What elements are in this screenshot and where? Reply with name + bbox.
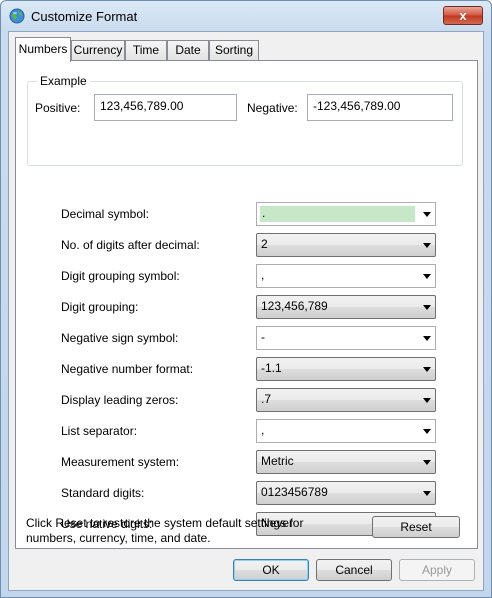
leading-zeros-select[interactable]: .7 (256, 388, 436, 412)
measurement-system-value: Metric (261, 454, 294, 468)
standard-digits-label: Standard digits: (61, 486, 145, 500)
chevron-down-icon[interactable] (423, 305, 431, 310)
decimal-symbol-value[interactable]: . (260, 206, 415, 222)
tab-numbers[interactable]: Numbers (15, 37, 71, 62)
decimal-symbol-label: Decimal symbol: (61, 207, 150, 221)
positive-example-field[interactable]: 123,456,789.00 (94, 94, 237, 121)
chevron-down-icon[interactable] (423, 274, 431, 279)
tab-label: Currency (73, 43, 123, 57)
digit-grouping-value: 123,456,789 (261, 299, 328, 313)
digit-grouping-select[interactable]: 123,456,789 (256, 295, 436, 319)
negative-sign-symbol-value[interactable]: - (261, 330, 265, 344)
negative-number-format-select[interactable]: -1.1 (256, 357, 436, 381)
leading-zeros-value: .7 (261, 392, 272, 406)
tab-currency[interactable]: Currency (71, 40, 125, 61)
tab-time[interactable]: Time (125, 40, 167, 61)
close-icon: x (459, 8, 467, 23)
chevron-down-icon[interactable] (423, 367, 431, 372)
tab-label: Date (175, 43, 201, 57)
negative-example-field[interactable]: -123,456,789.00 (307, 94, 453, 121)
window-title: Customize Format (31, 9, 138, 24)
tab-date[interactable]: Date (167, 40, 209, 61)
negative-number-format-value: -1.1 (261, 361, 282, 375)
dialog-body: Numbers Currency Time Date Sorting Examp… (8, 31, 484, 591)
tab-label: Time (132, 43, 160, 57)
chevron-down-icon[interactable] (423, 243, 431, 248)
digit-grouping-symbol-combo[interactable]: , (256, 264, 436, 288)
cancel-button[interactable]: Cancel (316, 559, 392, 581)
chevron-down-icon[interactable] (423, 491, 431, 496)
chevron-down-icon[interactable] (423, 460, 431, 465)
decimal-symbol-combo[interactable]: . (256, 202, 436, 226)
negative-sign-symbol-combo[interactable]: - (256, 326, 436, 350)
ok-button[interactable]: OK (233, 559, 309, 581)
negative-number-format-label: Negative number format: (61, 362, 194, 376)
negative-sign-symbol-label: Negative sign symbol: (61, 331, 179, 345)
customize-format-window: Customize Format x Numbers Currency Time… (0, 0, 492, 598)
reset-description: Click Reset to restore the system defaul… (26, 516, 303, 546)
digit-grouping-symbol-value[interactable]: , (261, 268, 264, 282)
reset-description-line: numbers, currency, time, and date. (26, 531, 211, 545)
list-separator-label: List separator: (61, 424, 138, 438)
measurement-system-select[interactable]: Metric (256, 450, 436, 474)
example-group: Example Positive: 123,456,789.00 Negativ… (27, 74, 463, 166)
digit-grouping-label: Digit grouping: (61, 300, 139, 314)
globe-icon (9, 8, 25, 24)
numbers-tab-panel: Example Positive: 123,456,789.00 Negativ… (15, 60, 478, 549)
list-separator-value[interactable]: , (261, 423, 264, 437)
chevron-down-icon[interactable] (423, 336, 431, 341)
digit-grouping-symbol-label: Digit grouping symbol: (61, 269, 180, 283)
leading-zeros-label: Display leading zeros: (61, 393, 179, 407)
measurement-system-label: Measurement system: (61, 455, 180, 469)
list-separator-combo[interactable]: , (256, 419, 436, 443)
tab-label: Sorting (214, 43, 254, 57)
standard-digits-select[interactable]: 0123456789 (256, 481, 436, 505)
digits-after-decimal-value: 2 (261, 237, 268, 251)
close-button[interactable]: x (443, 6, 483, 25)
chevron-down-icon[interactable] (423, 212, 431, 217)
title-bar[interactable]: Customize Format x (1, 1, 491, 31)
reset-button[interactable]: Reset (372, 516, 460, 538)
positive-label: Positive: (35, 101, 81, 115)
chevron-down-icon[interactable] (423, 398, 431, 403)
chevron-down-icon[interactable] (423, 429, 431, 434)
apply-button[interactable]: Apply (399, 559, 475, 581)
digits-after-decimal-label: No. of digits after decimal: (61, 238, 200, 252)
standard-digits-value: 0123456789 (261, 485, 328, 499)
digits-after-decimal-select[interactable]: 2 (256, 233, 436, 257)
example-group-title: Example (37, 74, 90, 88)
negative-label: Negative: (247, 101, 298, 115)
reset-description-line: Click Reset to restore the system defaul… (26, 516, 304, 530)
tab-sorting[interactable]: Sorting (209, 40, 259, 61)
tab-label: Numbers (18, 42, 68, 56)
